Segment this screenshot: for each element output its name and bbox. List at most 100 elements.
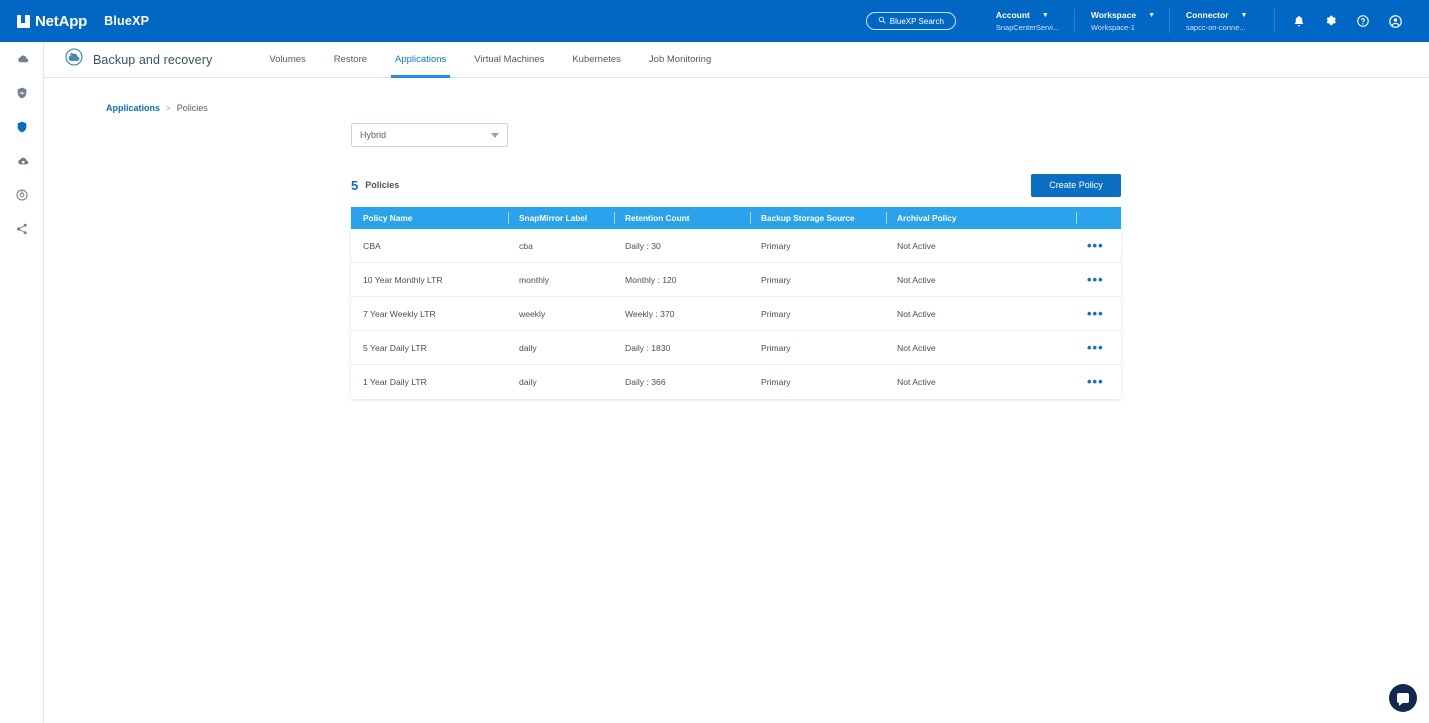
cell-retention-count: Daily : 1830: [614, 331, 750, 365]
policy-type-select[interactable]: Hybrid: [351, 123, 508, 147]
tab-restore[interactable]: Restore: [320, 42, 381, 78]
cell-archival-policy: Not Active: [886, 297, 1076, 331]
column-header-retention-count[interactable]: Retention Count: [614, 207, 750, 229]
gear-icon[interactable]: [1315, 0, 1347, 42]
breadcrumb-separator: >: [166, 104, 171, 113]
ellipsis-icon: •••: [1087, 378, 1104, 386]
ellipsis-icon: •••: [1087, 276, 1104, 284]
cell-policy-name: 1 Year Daily LTR: [351, 365, 508, 399]
cell-backup-storage-source: Primary: [750, 365, 886, 399]
netapp-wordmark: NetApp: [35, 13, 87, 30]
page-content: Applications > Policies Hybrid 5 Policie…: [44, 78, 1429, 723]
cell-snapmirror-label: monthly: [508, 263, 614, 297]
bluexp-product-name: BlueXP: [104, 14, 149, 28]
cell-archival-policy: Not Active: [886, 365, 1076, 399]
cell-policy-name: 7 Year Weekly LTR: [351, 297, 508, 331]
chat-support-button[interactable]: [1389, 684, 1417, 712]
breadcrumb: Applications > Policies: [106, 103, 208, 113]
account-label: Account: [996, 10, 1030, 20]
row-actions-button[interactable]: •••: [1076, 229, 1121, 263]
table-row[interactable]: 7 Year Weekly LTR weekly Weekly : 370 Pr…: [351, 297, 1121, 331]
sidebar-item-governance[interactable]: [0, 178, 44, 212]
tab-virtual-machines[interactable]: Virtual Machines: [460, 42, 558, 78]
create-policy-label: Create Policy: [1049, 180, 1103, 190]
table-header-row: Policy Name SnapMirror Label Retention C…: [351, 207, 1121, 229]
table-row[interactable]: 10 Year Monthly LTR monthly Monthly : 12…: [351, 263, 1121, 297]
storage-cloud-icon: [15, 52, 30, 67]
cell-retention-count: Monthly : 120: [614, 263, 750, 297]
sidebar-item-health[interactable]: [0, 76, 44, 110]
search-icon: [878, 16, 886, 26]
row-actions-button[interactable]: •••: [1076, 331, 1121, 365]
column-header-snapmirror-label[interactable]: SnapMirror Label: [508, 207, 614, 229]
search-placeholder-text: BlueXP Search: [890, 17, 944, 26]
chevron-down-icon: ▼: [1241, 12, 1248, 19]
row-actions-button[interactable]: •••: [1076, 365, 1121, 399]
table-row[interactable]: 5 Year Daily LTR daily Daily : 1830 Prim…: [351, 331, 1121, 365]
workspace-selector[interactable]: Workspace ▼ Workspace-1: [1091, 6, 1169, 36]
breadcrumb-applications-link[interactable]: Applications: [106, 103, 160, 113]
tab-label: Virtual Machines: [474, 54, 544, 65]
cell-policy-name: 5 Year Daily LTR: [351, 331, 508, 365]
account-selector[interactable]: Account ▼ SnapCenterServi...: [996, 6, 1074, 36]
connector-value: sapcc-on-conne...: [1186, 23, 1250, 32]
extensions-share-icon: [15, 222, 29, 236]
chat-bubble-icon: [1397, 693, 1409, 703]
top-navigation-bar: NetApp BlueXP BlueXP Search Account ▼ Sn…: [0, 0, 1429, 42]
cell-backup-storage-source: Primary: [750, 331, 886, 365]
ellipsis-icon: •••: [1087, 344, 1104, 352]
column-header-policy-name[interactable]: Policy Name: [351, 207, 508, 229]
health-shield-icon: [15, 86, 29, 100]
tab-job-monitoring[interactable]: Job Monitoring: [635, 42, 725, 78]
backup-recovery-icon: [64, 47, 84, 72]
column-header-backup-storage-source[interactable]: Backup Storage Source: [750, 207, 886, 229]
user-avatar-icon[interactable]: [1379, 0, 1411, 42]
divider: [1074, 9, 1075, 33]
sidebar-item-mobility[interactable]: [0, 144, 44, 178]
sidebar-item-protection[interactable]: [0, 110, 44, 144]
policy-type-selected-value: Hybrid: [360, 130, 386, 140]
cell-retention-count: Daily : 366: [614, 365, 750, 399]
help-icon[interactable]: [1347, 0, 1379, 42]
column-header-actions: [1076, 207, 1121, 229]
backup-recovery-logo[interactable]: Backup and recovery: [64, 47, 212, 72]
tab-applications[interactable]: Applications: [381, 42, 460, 78]
mobility-cloud-icon: [15, 154, 30, 169]
cell-archival-policy: Not Active: [886, 331, 1076, 365]
table-row[interactable]: 1 Year Daily LTR daily Daily : 366 Prima…: [351, 365, 1121, 399]
row-actions-button[interactable]: •••: [1076, 297, 1121, 331]
connector-selector[interactable]: Connector ▼ sapcc-on-conne...: [1186, 6, 1264, 36]
service-navigation: Backup and recovery Volumes Restore Appl…: [44, 42, 1429, 78]
tab-bar: Volumes Restore Applications Virtual Mac…: [255, 42, 725, 78]
sidebar-item-storage[interactable]: [0, 42, 44, 76]
cell-snapmirror-label: daily: [508, 365, 614, 399]
create-policy-button[interactable]: Create Policy: [1031, 174, 1121, 197]
tab-kubernetes[interactable]: Kubernetes: [558, 42, 635, 78]
notifications-bell-icon[interactable]: [1283, 0, 1315, 42]
cell-snapmirror-label: cba: [508, 229, 614, 263]
search-input[interactable]: BlueXP Search: [866, 12, 956, 30]
account-value: SnapCenterServi...: [996, 23, 1060, 32]
cell-archival-policy: Not Active: [886, 263, 1076, 297]
breadcrumb-current: Policies: [177, 103, 208, 113]
cell-retention-count: Daily : 30: [614, 229, 750, 263]
tab-volumes[interactable]: Volumes: [255, 42, 319, 78]
cell-policy-name: CBA: [351, 229, 508, 263]
column-header-archival-policy[interactable]: Archival Policy: [886, 207, 1076, 229]
cell-retention-count: Weekly : 370: [614, 297, 750, 331]
service-title: Backup and recovery: [93, 53, 212, 67]
table-row[interactable]: CBA cba Daily : 30 Primary Not Active ••…: [351, 229, 1121, 263]
governance-icon: [15, 188, 29, 202]
sidebar-item-extensions[interactable]: [0, 212, 44, 246]
divider: [1274, 9, 1275, 33]
cell-backup-storage-source: Primary: [750, 229, 886, 263]
tab-label: Restore: [334, 54, 367, 65]
divider: [1169, 9, 1170, 33]
policies-count-label: Policies: [365, 180, 399, 190]
row-actions-button[interactable]: •••: [1076, 263, 1121, 297]
netapp-logo[interactable]: NetApp: [17, 13, 87, 30]
policies-panel: Hybrid 5 Policies Create Policy Policy N…: [351, 123, 1121, 399]
policies-table: Policy Name SnapMirror Label Retention C…: [351, 207, 1121, 399]
policies-summary-row: 5 Policies Create Policy: [351, 172, 1121, 198]
protection-shield-icon: [15, 120, 29, 134]
